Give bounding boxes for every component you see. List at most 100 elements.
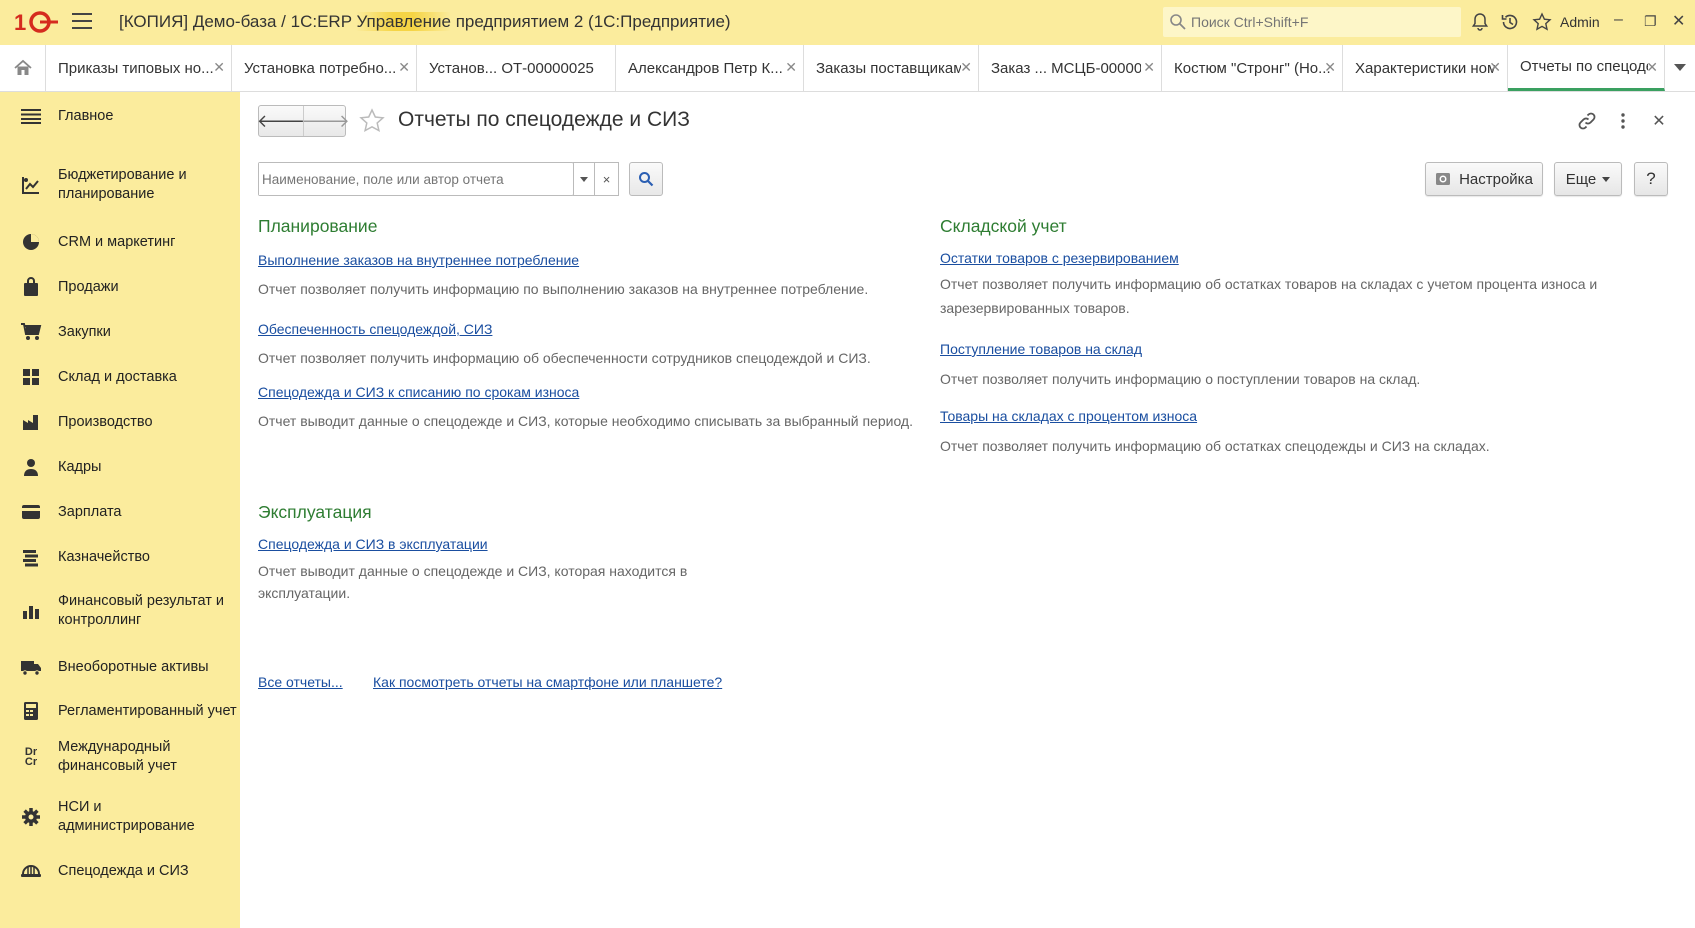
mobile-reports-help-link[interactable]: Как посмотреть отчеты на смартфоне или п…: [373, 674, 722, 690]
search-history-dropdown[interactable]: [573, 162, 595, 196]
tab-otchety-active[interactable]: Отчеты по спецоде...✕: [1508, 45, 1665, 91]
report-link-wear-percent[interactable]: Товары на складах с процентом износа: [940, 408, 1197, 424]
tab-harakteristiki[interactable]: Характеристики ном... ✕: [1343, 45, 1508, 91]
tab-close-icon[interactable]: ✕: [1324, 59, 1336, 76]
bar-chart-icon: [20, 600, 42, 622]
tab-bar: Приказы типовых но... ✕ Установка потребн…: [0, 45, 1695, 92]
search-icon: [1170, 14, 1186, 30]
sidebar-item-ifrs[interactable]: Dr Cr Международный финансовый учет: [0, 737, 240, 777]
main-content: 🡐 🡒 Отчеты по спецодежде и СИЗ ✕ × Настр…: [240, 92, 1695, 928]
sidebar-item-nsi[interactable]: НСИ и администрирование: [0, 797, 240, 837]
sidebar-item-treasury[interactable]: Казначейство: [0, 545, 240, 569]
helmet-icon: [20, 860, 42, 882]
link-icon[interactable]: [1576, 110, 1598, 132]
tab-close-icon[interactable]: ✕: [785, 59, 797, 76]
sidebar-item-production[interactable]: Производство: [0, 410, 240, 434]
home-tab[interactable]: [0, 45, 46, 91]
bag-icon: [20, 276, 42, 298]
sidebar-item-workwear[interactable]: Спецодежда и СИЗ: [0, 859, 240, 883]
tab-close-icon[interactable]: ✕: [398, 59, 410, 76]
clear-search-button[interactable]: ×: [595, 162, 619, 196]
title-bar: 1 [КОПИЯ] Демо-база / 1С:ERP Управление …: [0, 0, 1695, 45]
section-title-operation: Эксплуатация: [258, 502, 372, 522]
tab-close-icon[interactable]: ✕: [960, 59, 972, 76]
1c-logo-icon[interactable]: 1: [14, 9, 58, 35]
tab-close-icon[interactable]: ✕: [213, 59, 225, 76]
report-desc: Отчет позволяет получить информацию о по…: [940, 371, 1421, 387]
report-desc: Отчет позволяет получить информацию об о…: [940, 276, 1598, 316]
sidebar-item-warehouse[interactable]: Склад и доставка: [0, 365, 240, 389]
sidebar-item-hr[interactable]: Кадры: [0, 455, 240, 479]
minimize-icon[interactable]: –: [1614, 11, 1623, 29]
user-name[interactable]: Admin: [1560, 14, 1600, 30]
chevron-down-icon: [579, 176, 588, 182]
tab-ustanov-ot[interactable]: Установ... ОТ-00000025: [417, 45, 616, 91]
camera-settings-icon: [1436, 173, 1451, 185]
tab-ustanovka[interactable]: Установка потребно... ✕: [232, 45, 417, 91]
tab-list-dropdown[interactable]: [1665, 45, 1695, 91]
report-link-in-operation[interactable]: Спецодежда и СИЗ в эксплуатации: [258, 536, 488, 552]
favorites-star-icon[interactable]: [1532, 12, 1552, 32]
main-menu-icon[interactable]: [72, 13, 92, 31]
report-desc: Отчет выводит данные о спецодежде и СИЗ,…: [258, 413, 913, 429]
tab-prikazy[interactable]: Приказы типовых но... ✕: [46, 45, 232, 91]
warehouse-icon: [20, 366, 42, 388]
arrow-left-icon: 🡐: [256, 110, 306, 131]
tab-close-icon[interactable]: ✕: [1646, 59, 1658, 76]
menu-lines-icon: [20, 105, 42, 127]
close-form-icon[interactable]: ✕: [1648, 110, 1670, 132]
tab-zakaz-mscb[interactable]: Заказ ... МСЦБ-00000 ✕: [979, 45, 1162, 91]
history-icon[interactable]: [1500, 12, 1520, 32]
restore-icon[interactable]: ❐: [1644, 13, 1657, 30]
sidebar-item-budget[interactable]: Бюджетирование и планирование: [0, 165, 240, 205]
sidebar-item-salary[interactable]: Зарплата: [0, 500, 240, 524]
report-search-input[interactable]: [259, 163, 571, 195]
section-title-warehouse: Складской учет: [940, 216, 1067, 236]
bell-icon[interactable]: [1470, 12, 1490, 32]
budget-icon: [20, 174, 42, 196]
report-link-provision[interactable]: Обеспеченность спецодеждой, СИЗ: [258, 321, 492, 337]
sidebar-item-fixed-assets[interactable]: Внеоборотные активы: [0, 655, 240, 679]
back-button[interactable]: 🡐: [256, 106, 306, 136]
report-link-internal-orders[interactable]: Выполнение заказов на внутреннее потребл…: [258, 252, 579, 268]
more-button[interactable]: Еще: [1554, 162, 1622, 196]
chevron-down-icon: [1602, 176, 1611, 182]
report-link-receipts[interactable]: Поступление товаров на склад: [940, 341, 1142, 357]
sidebar-item-crm[interactable]: CRM и маркетинг: [0, 230, 240, 254]
svg-text:1: 1: [14, 10, 26, 35]
tab-close-icon[interactable]: ✕: [1143, 59, 1155, 76]
add-favorite-star-icon[interactable]: [358, 107, 386, 135]
forward-button[interactable]: 🡒: [301, 106, 350, 136]
person-icon: [20, 456, 42, 478]
search-button[interactable]: [629, 162, 663, 196]
all-reports-link[interactable]: Все отчеты...: [258, 674, 343, 690]
global-search[interactable]: [1163, 7, 1461, 37]
sidebar-item-regulated[interactable]: Регламентированный учет: [0, 699, 240, 723]
sidebar-item-finresult[interactable]: Финансовый результат и контроллинг: [0, 591, 240, 631]
sidebar-item-main[interactable]: Главное: [0, 103, 240, 129]
report-search-field[interactable]: [258, 162, 574, 196]
sidebar-item-purchases[interactable]: Закупки: [0, 320, 240, 344]
tab-zakazy-postavshchikam[interactable]: Заказы поставщикам ✕: [804, 45, 979, 91]
truck-icon: [20, 656, 42, 678]
report-link-stock-reserve[interactable]: Остатки товаров с резервированием: [940, 250, 1179, 266]
more-vertical-icon[interactable]: [1612, 110, 1634, 132]
settings-button[interactable]: Настройка: [1425, 162, 1543, 196]
arrow-right-icon: 🡒: [301, 110, 350, 131]
help-button[interactable]: ?: [1634, 162, 1668, 196]
coins-icon: [20, 546, 42, 568]
tab-kostyum-strong[interactable]: Костюм "Стронг" (Но... ✕: [1162, 45, 1343, 91]
global-search-input[interactable]: [1191, 14, 1451, 30]
tab-aleksandrov[interactable]: Александров Петр К... ✕: [616, 45, 804, 91]
section-title-planning: Планирование: [258, 216, 378, 236]
sidebar: Главное Бюджетирование и планирование CR…: [0, 92, 240, 928]
app-title: [КОПИЯ] Демо-база / 1С:ERP Управление пр…: [119, 12, 731, 31]
pie-icon: [20, 231, 42, 253]
card-icon: [20, 501, 42, 523]
cart-icon: [20, 321, 42, 343]
sidebar-item-sales[interactable]: Продажи: [0, 275, 240, 299]
close-window-icon[interactable]: ✕: [1672, 11, 1685, 31]
tab-close-icon[interactable]: ✕: [1489, 59, 1501, 76]
report-link-writeoff[interactable]: Спецодежда и СИЗ к списанию по срокам из…: [258, 384, 579, 400]
chevron-down-icon: [1674, 64, 1686, 71]
